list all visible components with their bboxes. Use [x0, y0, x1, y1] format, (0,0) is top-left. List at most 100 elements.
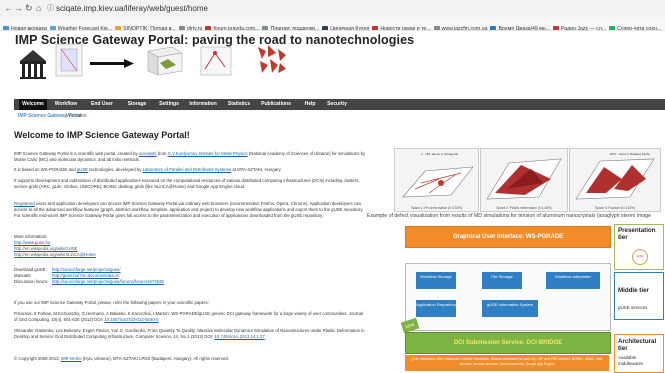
resources-bar: gLite resources, ARC resources, Unicore … [405, 355, 609, 371]
nav-item-workflow[interactable]: Workflow [50, 99, 82, 110]
download-row: Download gUSE: http://sourceforge.net/pr… [14, 267, 367, 273]
reload-icon[interactable]: ↻ [25, 3, 33, 14]
dci-bridge-bar: DCI Submission Service: DCI-BRIDGE [405, 332, 611, 354]
breadcrumb: IMP Science Gateway Portal Welcome [14, 111, 314, 121]
middle-tier-sub: gUSE services [618, 305, 648, 310]
download-link[interactable]: http://sourceforge.net/projects/guse/ [52, 267, 121, 273]
text: at MTA-SZTAKI, Hungary. [232, 167, 282, 172]
forward-arrow-icon[interactable]: → [14, 3, 23, 14]
bookmark-item[interactable]: forum.pravda.com... [205, 23, 259, 30]
bookmark-item[interactable]: Радио Jazz — сл... [553, 23, 606, 30]
middle-tier-panel: Workflow Storage File Storage Workflow I… [405, 263, 611, 331]
guse-home-link[interactable]: http://www.guse.hu [14, 240, 367, 246]
institute-link[interactable]: G.V.Kurdyumov Institute for Metal Physic… [168, 151, 248, 156]
sim-note-1: 1 - HPL above in hexagonal [421, 152, 458, 156]
sim-caption-2: Space 2: Plastic deformation (t=1.36%) [496, 206, 552, 210]
more-info-label: More information: [14, 234, 48, 239]
bookmark-item[interactable]: Новости науки и те... [372, 23, 431, 30]
workflow-storage-box: Workflow Storage [416, 272, 456, 289]
bookmark-item[interactable]: Новая вкладка [3, 23, 47, 30]
home-icon[interactable]: ⌂ [36, 3, 41, 14]
banner: IMP Science Gateway Portal: paving the r… [0, 31, 665, 99]
scientists-link[interactable]: scientists [139, 151, 157, 156]
technology-paragraph: It is based on WS-PGRADE and gUSE techno… [14, 167, 367, 173]
forum-link[interactable]: http://sourceforge.net/projects/guse/for… [52, 279, 164, 285]
file-storage-box: File Storage [482, 272, 522, 289]
forum-row: Discussion forum: http://sourceforge.net… [14, 279, 367, 285]
nav-item-storage[interactable]: Storage [122, 99, 152, 110]
registered-link[interactable]: Registered [14, 201, 35, 206]
lattice-image-4 [258, 45, 286, 73]
bookmarks-bar: Новая вкладка Weather Forecast Kie... SINO… [0, 17, 665, 31]
manuals-label: Manuals: [14, 273, 32, 278]
middle-tier-box: Middle tier gUSE services [614, 272, 664, 320]
back-arrow-icon[interactable]: ← [4, 3, 13, 14]
main-nav: Welcome Workflow End User Storage Settings In… [14, 99, 665, 110]
guse-wiki-link[interactable]: http://en.wikipedia.org/wiki/GUSE [14, 246, 367, 252]
guse-link[interactable]: gUSE [77, 167, 88, 172]
nav-item-security[interactable]: Security [324, 99, 350, 110]
presentation-tier-box: Presentation tier gUSE [614, 224, 664, 270]
text: from [157, 151, 167, 156]
nav-item-help[interactable]: Help [300, 99, 320, 110]
architectural-tier-label: Architectural tier [618, 338, 657, 352]
text: Olexander Gatsenko, Lev Bekenev, Evgen P… [14, 328, 365, 339]
nav-item-end-user[interactable]: End User [86, 99, 118, 110]
bookmark-item[interactable]: Плагиат, подделки... [262, 23, 319, 30]
text: IMP Science Gateway Portal is a scientif… [14, 151, 138, 156]
nav-item-settings[interactable]: Settings [156, 99, 182, 110]
ws-pgrade-bar: Graphical User Interface: WS-PGRADE [405, 226, 611, 248]
presentation-tier-label: Presentation tier [618, 227, 656, 241]
imp-nasu-link[interactable]: IMP NASU [61, 356, 82, 361]
arrow-icon [90, 59, 134, 68]
text: © Copyright 2008-2013, [14, 356, 60, 361]
ref1-doi-link[interactable]: 10.1007/s10723-012-9240-5 [104, 317, 158, 322]
sim-note-2: HCP - twins in Rotating Faults [610, 152, 650, 156]
registered-paragraph: Registered users and application develop… [14, 201, 367, 218]
nav-item-welcome[interactable]: Welcome [19, 99, 47, 110]
text: It is based on WS-PGRADE and [14, 167, 76, 172]
text: P.Kacsuk, Z.Farkas, M.Kozlovszky, G.Herm… [14, 311, 363, 322]
address-bar[interactable]: sciqate.imp.kiev.ua/liferay/web/guest/ho… [56, 2, 208, 15]
bookmark-item[interactable]: www.jazzfm.com.ua [433, 23, 487, 30]
page-info-icon[interactable]: ⓘ [47, 3, 54, 14]
architectural-tier-sub: Available middlewares [618, 355, 644, 366]
bookmark-item[interactable]: Циничная Кухня [322, 23, 369, 30]
ref2-doi-link[interactable]: 10.7494/csci.2013.14.1.27 [214, 334, 264, 339]
visualization-caption: Example of defect visualization from res… [367, 213, 652, 219]
architecture-diagram: Graphical User Interface: WS-PGRADE Pres… [400, 224, 665, 373]
simulation-image-3: Space 3: Fracture (t=4.33%) HCP - twins … [569, 148, 661, 212]
copyright: © Copyright 2008-2013, IMP NASU (Kyiv, U… [14, 356, 367, 362]
guse-badge-1-label: gUSE [636, 255, 644, 258]
lattice-image-1 [55, 43, 83, 77]
bookmark-item[interactable]: SINOPTIK: Погода в... [115, 23, 176, 30]
lattice-image-3 [200, 46, 232, 76]
architectural-tier-box: Architectural tier Available middlewares [614, 334, 664, 373]
bookmark-item[interactable]: dirty.ru [178, 23, 202, 30]
middle-tier-label: Middle tier [618, 287, 649, 294]
nav-item-statistics[interactable]: Statistics [225, 99, 253, 110]
nav-item-publications[interactable]: Publications [257, 99, 295, 110]
simulation-image-1: Space 1: Pre-deformation (t=0.33%) 1 - H… [394, 148, 479, 212]
lpds-link[interactable]: Laboratory of Parallel and Distributed S… [143, 167, 232, 172]
browser-toolbar: ← → ↻ ⌂ ⓘ sciqate.imp.kiev.ua/liferay/we… [0, 0, 665, 18]
sim-caption-1: Space 1: Pre-deformation (t=0.33%) [410, 206, 463, 210]
manuals-link[interactable]: http://guse.hu/?m=documents&s=5 [52, 273, 119, 279]
dci-paragraph: It supports development and submission o… [14, 178, 360, 189]
reference-2: Olexander Gatsenko, Lev Bekenev, Evgen P… [14, 328, 367, 340]
bookmark-item[interactable]: Супер-чата сохн... [609, 23, 661, 30]
text: users and application developers can acc… [14, 201, 364, 218]
information-system-box: gUSE Information System [482, 300, 538, 317]
text: (Kyiv, Ukraine), MTA-SZTAKI LPDS (Budape… [82, 356, 229, 361]
breadcrumb-current: Welcome [66, 113, 87, 119]
welcome-heading: Welcome to IMP Science Gateway Portal! [14, 130, 190, 140]
download-label: Download gUSE: [14, 267, 47, 272]
bookmark-item[interactable]: Weather Forecast Kie... [49, 23, 112, 30]
slinca-wiki-link[interactable]: http://en.wikipedia.org/wiki/SLinCA@Home [14, 252, 367, 258]
bookmark-item[interactable]: Время Джаза/49 мн... [490, 23, 550, 30]
guse-badge-1: gUSE [632, 249, 648, 265]
lattice-image-2 [147, 46, 183, 76]
text: technologies, developed by [89, 167, 142, 172]
imp-logo [20, 50, 46, 79]
nav-item-information[interactable]: Information [186, 99, 220, 110]
